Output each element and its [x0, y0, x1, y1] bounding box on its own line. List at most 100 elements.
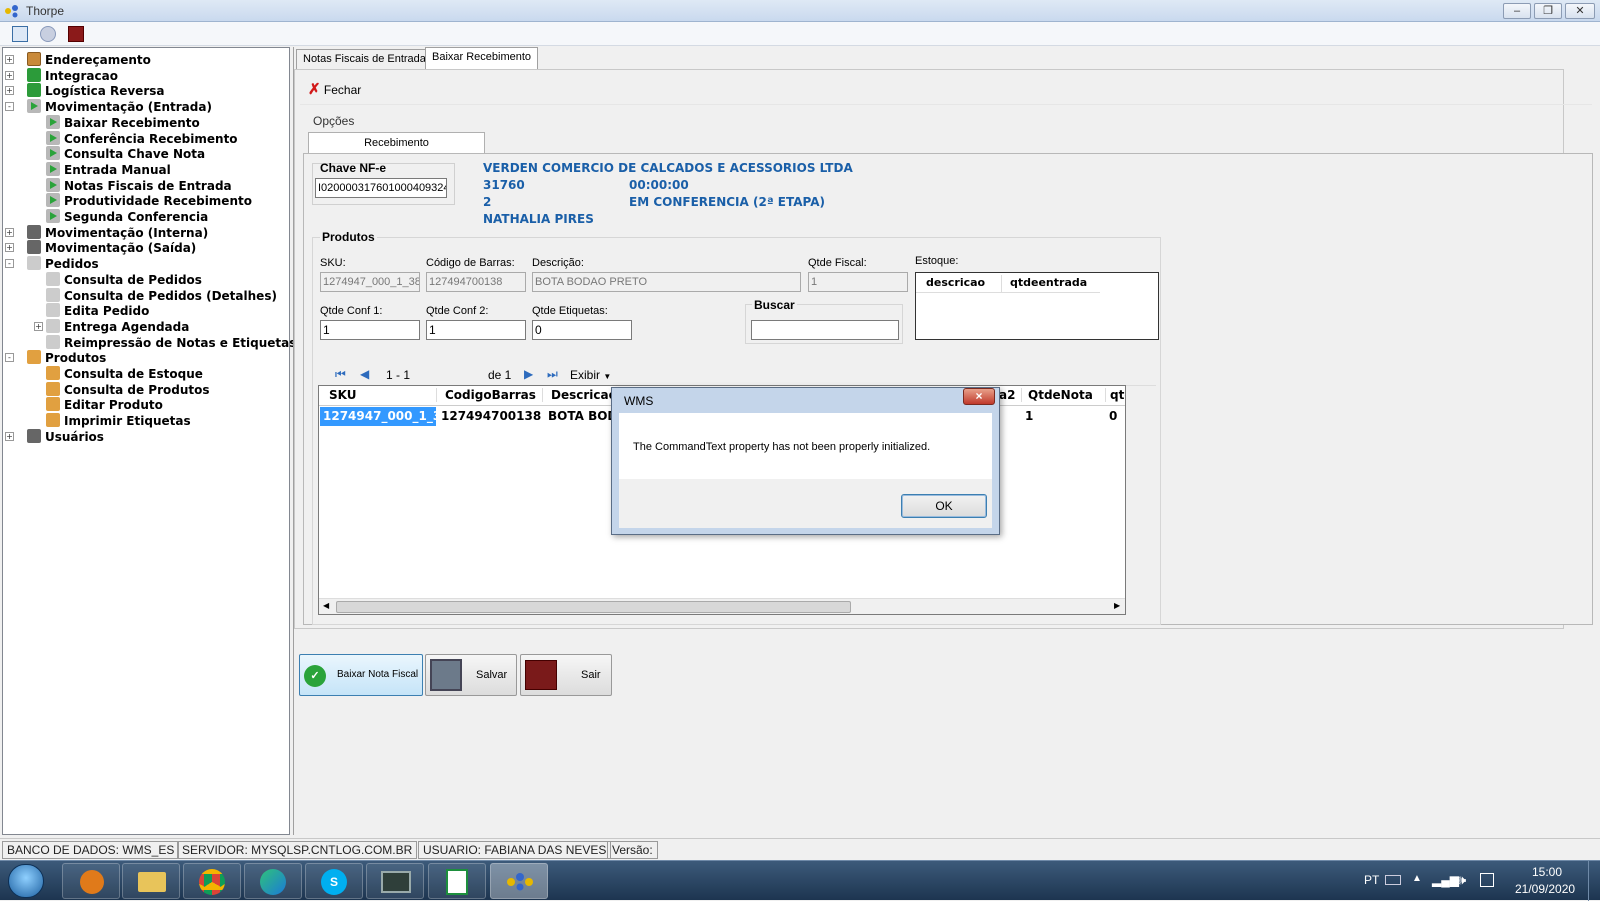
expand-icon[interactable]: +	[5, 70, 14, 80]
col-qtdenota[interactable]: QtdeNota	[1021, 388, 1105, 402]
network-icon[interactable]: ▂▄▆	[1432, 873, 1459, 887]
tab-recebimento[interactable]: Recebimento	[308, 132, 485, 154]
tray-language[interactable]: PT	[1364, 873, 1379, 887]
col-sku[interactable]: SKU	[319, 388, 437, 402]
expand-icon[interactable]: +	[5, 55, 14, 64]
collapse-icon[interactable]: -	[5, 353, 14, 363]
collapse-icon[interactable]: -	[5, 102, 14, 112]
tree-item[interactable]: Consulta de Pedidos (Detalhes)	[46, 287, 277, 304]
tree-item[interactable]: + Logística Reversa	[5, 83, 164, 99]
tree-item[interactable]: - Pedidos	[5, 256, 99, 272]
minimize-button[interactable]: –	[1503, 3, 1531, 19]
taskbar-explorer-icon[interactable]	[122, 863, 180, 899]
tree-item[interactable]: Consulta de Produtos	[46, 381, 210, 398]
tray-date[interactable]: 21/09/2020	[1515, 882, 1575, 896]
estoque-col-qtdeentrada[interactable]: qtdeentrada	[1002, 275, 1100, 293]
expand-icon[interactable]: +	[5, 431, 14, 441]
tree-item[interactable]: Consulta de Pedidos	[46, 271, 202, 288]
tree-item[interactable]: - Movimentação (Entrada)	[5, 99, 212, 115]
qtde-conf2-input[interactable]: 1	[426, 320, 526, 340]
cell-sku[interactable]: 1274947_000_1_38	[320, 407, 450, 426]
tree-item[interactable]: + Entrega Agendada	[34, 318, 189, 335]
tray-time[interactable]: 15:00	[1532, 865, 1562, 879]
tree-item[interactable]: Baixar Recebimento	[46, 114, 200, 131]
horizontal-scrollbar[interactable]: ◀ ▶	[319, 598, 1125, 614]
description-field[interactable]: BOTA BODAO PRETO	[532, 272, 801, 292]
qtde-etiquetas-input[interactable]: 0	[532, 320, 632, 340]
exit-icon[interactable]	[68, 26, 84, 42]
volume-icon[interactable]: 🕪	[1458, 872, 1466, 888]
tab-baixar-recebimento[interactable]: Baixar Recebimento	[425, 47, 539, 69]
baixar-nota-fiscal-button[interactable]: ✓ Baixar Nota Fiscal	[299, 654, 423, 696]
nfe-key-input[interactable]: I0200003176010004093244	[315, 178, 447, 198]
tree-item[interactable]: + Movimentação (Saída)	[5, 240, 196, 256]
expand-icon[interactable]: +	[5, 86, 14, 96]
tree-item[interactable]: Reimpressão de Notas e Etiquetas	[46, 334, 296, 351]
expand-icon[interactable]: +	[5, 243, 14, 253]
tree-item[interactable]: Segunda Conferencia	[46, 209, 208, 225]
tree-item[interactable]: Entrada Manual	[46, 161, 171, 178]
close-window-button[interactable]: ✕	[1565, 3, 1595, 19]
collapse-icon[interactable]: -	[5, 259, 14, 269]
tree-item[interactable]: - Produtos	[5, 350, 106, 366]
taskbar-thorpe-icon[interactable]	[490, 863, 548, 899]
last-page-icon[interactable]: ⏭	[547, 367, 558, 382]
tree-item[interactable]: Consulta Chave Nota	[46, 146, 205, 162]
taskbar-chrome-icon[interactable]	[183, 863, 241, 899]
taskbar-rdp-icon[interactable]	[366, 863, 424, 899]
taskbar-spreadsheet-icon[interactable]	[428, 863, 486, 899]
col-qtd[interactable]: qtd	[1105, 388, 1125, 402]
tree-item-label: Movimentação (Interna)	[45, 225, 209, 240]
tree-item[interactable]: + Integracao	[5, 67, 118, 84]
tree-item[interactable]: Consulta de Estoque	[46, 366, 203, 382]
tab-notas-fiscais-de-entrada[interactable]: Notas Fiscais de Entrada	[296, 49, 433, 69]
show-desktop-button[interactable]	[1588, 861, 1600, 901]
tree-item[interactable]: + Movimentação (Interna)	[5, 224, 209, 241]
expand-icon[interactable]: +	[5, 227, 14, 237]
sair-button[interactable]: Sair	[520, 654, 612, 696]
taskbar-skype-icon[interactable]: S	[305, 863, 363, 899]
scrollbar-thumb[interactable]	[336, 601, 851, 613]
tree-item[interactable]: Imprimir Etiquetas	[46, 413, 191, 429]
keyboard-icon[interactable]	[1385, 875, 1401, 885]
restore-button[interactable]: ❐	[1534, 3, 1562, 19]
buscar-input[interactable]	[751, 320, 899, 340]
window-list-icon[interactable]	[12, 26, 28, 42]
exibir-dropdown[interactable]: Exibir ▼	[570, 368, 611, 382]
barcode-field[interactable]: 127494700138	[426, 272, 526, 292]
first-page-icon[interactable]: ⏮	[335, 367, 346, 382]
cell-qtdenota[interactable]: 1	[1025, 407, 1033, 426]
scroll-left-icon[interactable]: ◀	[323, 601, 329, 610]
estoque-col-descricao[interactable]: descricao	[916, 275, 1002, 293]
tree-item[interactable]: Edita Pedido	[46, 303, 149, 319]
cell-codigobarras[interactable]: 127494700138	[441, 407, 541, 426]
qtde-fiscal-field[interactable]: 1	[808, 272, 908, 292]
action-center-icon[interactable]	[1480, 873, 1494, 887]
scroll-right-icon[interactable]: ▶	[1114, 601, 1120, 610]
expand-icon[interactable]: +	[34, 321, 43, 331]
next-page-icon[interactable]: ▶	[524, 367, 533, 381]
prev-page-icon[interactable]: ◀	[360, 367, 369, 381]
col-codigobarras[interactable]: CodigoBarras	[437, 388, 543, 402]
taskbar-edge-icon[interactable]	[244, 863, 302, 899]
fechar-button[interactable]: ✗ Fechar	[308, 80, 361, 100]
tray-expand-icon[interactable]: ▲	[1412, 873, 1422, 884]
ok-button[interactable]: OK	[901, 494, 987, 518]
tree-item[interactable]: Produtividade Recebimento	[46, 193, 252, 209]
salvar-button[interactable]: Salvar	[425, 654, 517, 696]
dialog-close-button[interactable]: ×	[963, 388, 995, 405]
tree-item[interactable]: Conferência Recebimento	[46, 130, 238, 147]
qtde-conf2-label: Qtde Conf 2:	[426, 305, 489, 317]
col-a2[interactable]: a2	[999, 388, 1019, 402]
tree-item[interactable]: Editar Produto	[46, 397, 163, 413]
settings-icon[interactable]	[40, 26, 56, 42]
taskbar-vpn-icon[interactable]	[62, 863, 120, 899]
cell-qtd[interactable]: 0	[1109, 407, 1117, 426]
cell-descricao[interactable]: BOTA BOD	[548, 407, 617, 426]
tree-item[interactable]: + Endereçamento	[5, 52, 151, 68]
start-button[interactable]	[8, 864, 44, 898]
tree-item[interactable]: + Usuários	[5, 428, 104, 445]
sku-field[interactable]: 1274947_000_1_38	[320, 272, 420, 292]
tree-item[interactable]: Notas Fiscais de Entrada	[46, 177, 232, 194]
qtde-conf1-input[interactable]: 1	[320, 320, 420, 340]
